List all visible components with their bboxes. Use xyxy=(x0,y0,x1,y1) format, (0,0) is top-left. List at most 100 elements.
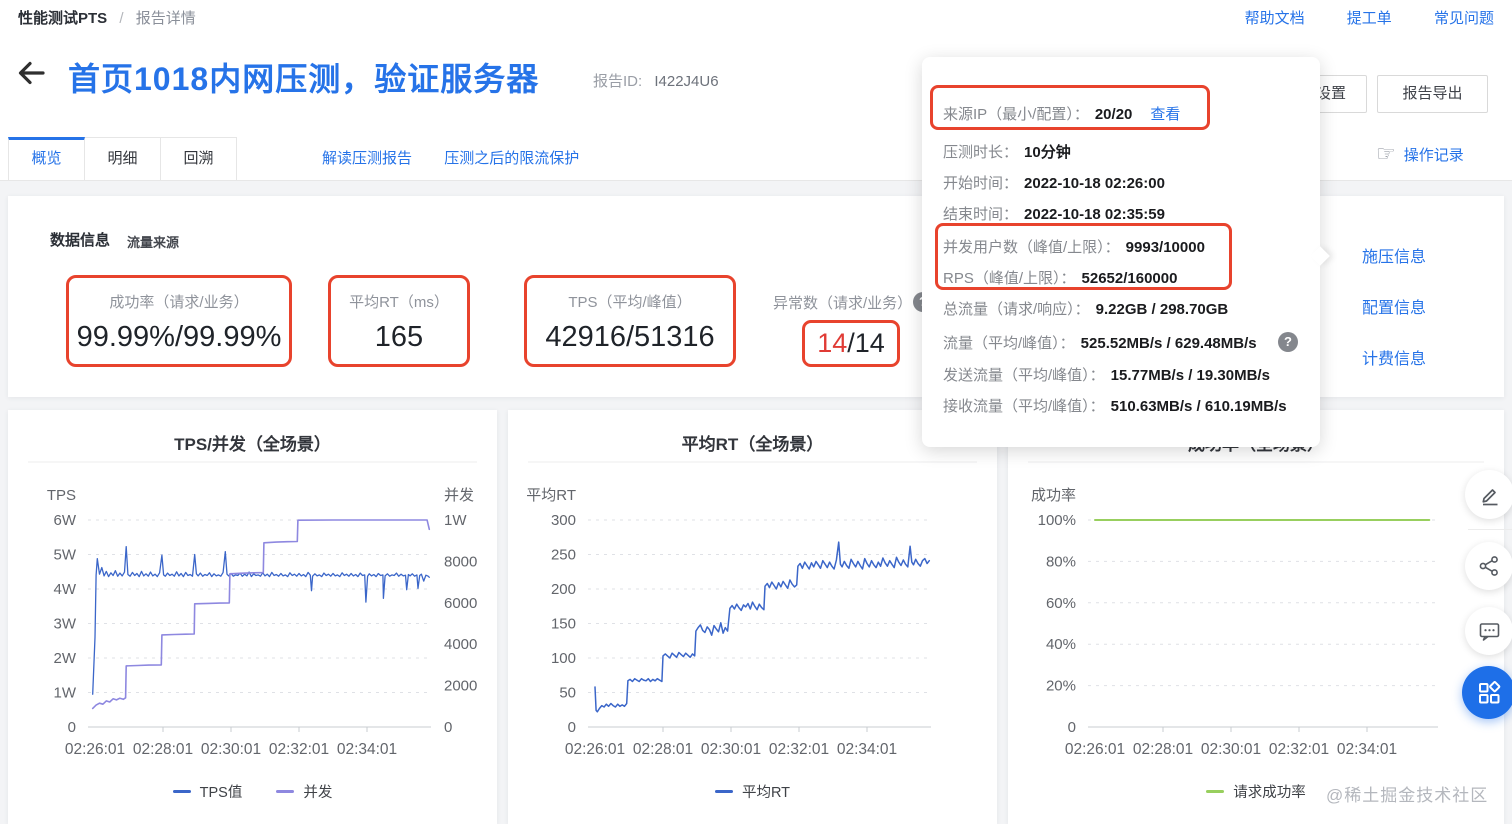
back-arrow-icon[interactable] xyxy=(14,56,48,90)
metric-value: 42916/51316 xyxy=(545,321,715,353)
popup-row-end-time: 结束时间： 2022-10-18 02:35:59 xyxy=(943,206,1165,223)
popup-row-source-ip: 来源IP（最小/配置）： 20/20 查看 xyxy=(943,106,1181,123)
feedback-button[interactable] xyxy=(1465,607,1512,655)
x-tick-label: 02:32:01 xyxy=(1269,741,1329,758)
axis-tick-label: 50 xyxy=(559,685,576,702)
axis-tick-label: 6W xyxy=(54,512,77,529)
breadcrumb-page: 报告详情 xyxy=(135,10,196,27)
help-docs-link[interactable]: 帮助文档 xyxy=(1245,10,1305,27)
chart-card-success-rate: 成功率（全场景）020%40%60%80%100%成功率02:26:0102:2… xyxy=(1008,410,1504,824)
pointing-hand-icon: ☞ xyxy=(1376,141,1396,166)
axis-tick-label: 5W xyxy=(54,547,77,564)
page-title: 首页1018内网压测，验证服务器 xyxy=(68,61,540,97)
chart-legend[interactable]: TPS值 并发 xyxy=(8,781,497,802)
legend-item[interactable]: 平均RT xyxy=(714,781,790,802)
report-id-value: I422J4U6 xyxy=(654,73,719,90)
axis-tick-label: 100 xyxy=(551,650,576,667)
pressure-info-popup: 来源IP（最小/配置）： 20/20 查看 压测时长： 10分钟 开始时间： 2022-… xyxy=(922,57,1330,447)
axis-tick-label: 2W xyxy=(54,650,77,667)
x-tick-label: 02:30:01 xyxy=(201,741,261,758)
operation-log-label: 操作记录 xyxy=(1403,146,1464,164)
tps-concurrency-chart: TPS/并发（全场景） 0 1W 2W 3W 4W 5W 6W TPS 0 2000 4000 6000… xyxy=(28,434,477,758)
legend-dash-icon xyxy=(172,789,191,794)
chart-legend[interactable]: 平均RT xyxy=(508,781,997,802)
legend-dash-icon xyxy=(1206,789,1225,794)
metric-avg-rt: 平均RT（ms） 165 xyxy=(328,275,470,367)
axis-tick-label: 0 xyxy=(1068,719,1076,736)
left-axis-name: 平均RT xyxy=(526,487,576,504)
widgets-button[interactable] xyxy=(1462,666,1512,719)
help-icon[interactable]: ? xyxy=(1278,332,1298,352)
tab-overview[interactable]: 概览 xyxy=(8,137,85,180)
data-info-title: 数据信息 xyxy=(50,232,111,249)
axis-tick-label: 3W xyxy=(54,616,77,633)
operation-log-link[interactable]: ☞ 操作记录 xyxy=(1376,143,1464,165)
breadcrumb-app[interactable]: 性能测试PTS xyxy=(18,10,107,27)
metric-value: 99.99%/99.99% xyxy=(76,321,282,353)
metric-exception-label: 异常数（请求/业务） xyxy=(773,295,913,312)
axis-tick-label: 150 xyxy=(551,616,576,633)
axis-tick-label: 20% xyxy=(1046,678,1076,695)
chart-title: 平均RT（全场景） xyxy=(682,434,824,454)
tab-details[interactable]: 明细 xyxy=(84,137,161,180)
tab-backtrack[interactable]: 回溯 xyxy=(160,137,237,180)
x-tick-label: 02:32:01 xyxy=(269,741,329,758)
metric-success-rate: 成功率（请求/业务） 99.99%/99.99% xyxy=(66,275,292,367)
metric-exception-red: 14 xyxy=(817,328,848,358)
legend-label: TPS值 xyxy=(199,785,243,801)
axis-tick-label: 0 xyxy=(444,719,452,736)
series-line xyxy=(91,519,431,710)
popup-row-concurrent-users: 并发用户数（峰值/上限）： 9993/10000 xyxy=(943,239,1205,256)
x-tick-label: 02:26:01 xyxy=(65,741,125,758)
series-line xyxy=(594,541,931,713)
axis-tick-label: 6000 xyxy=(444,595,477,612)
metric-exception-rest: /14 xyxy=(847,328,885,358)
avg-rt-chart: 平均RT（全场景） 0 50 100 150 200 250 300 平均RT 02:26:01 0… xyxy=(526,434,977,758)
x-tick-label: 02:34:01 xyxy=(837,741,897,758)
x-tick-label: 02:30:01 xyxy=(701,741,761,758)
axis-tick-label: 80% xyxy=(1046,553,1076,570)
series-line xyxy=(92,545,430,695)
popup-row-rps: RPS（峰值/上限）： 52652/160000 xyxy=(943,270,1178,287)
faq-link[interactable]: 常见问题 xyxy=(1434,10,1494,27)
rate-limit-protect-link[interactable]: 压测之后的限流保护 xyxy=(444,150,579,167)
x-tick-label: 02:30:01 xyxy=(1201,741,1261,758)
submit-ticket-link[interactable]: 提工单 xyxy=(1347,10,1392,27)
legend-item[interactable]: 并发 xyxy=(276,781,332,802)
success-rate-chart: 成功率（全场景）020%40%60%80%100%成功率02:26:0102:2… xyxy=(1028,434,1484,758)
traffic-source-label: 流量来源 xyxy=(127,235,180,250)
side-info-links: 施压信息 配置信息 计费信息 xyxy=(1362,243,1426,396)
left-axis-name: TPS xyxy=(47,487,76,504)
config-info-link[interactable]: 配置信息 xyxy=(1362,294,1426,318)
popup-row-recv-traffic: 接收流量（平均/峰值）： 510.63MB/s / 610.19MB/s xyxy=(943,398,1287,415)
popup-row-duration: 压测时长： 10分钟 xyxy=(943,144,1071,161)
legend-label: 请求成功率 xyxy=(1233,785,1306,801)
share-button[interactable] xyxy=(1465,542,1512,590)
x-tick-label: 02:26:01 xyxy=(1065,741,1125,758)
breadcrumb-separator: / xyxy=(119,10,124,27)
legend-dash-icon xyxy=(714,789,733,794)
left-axis-name: 成功率 xyxy=(1031,487,1076,504)
legend-item[interactable]: TPS值 xyxy=(172,781,243,802)
metric-value: 165 xyxy=(374,321,424,353)
axis-tick-label: 100% xyxy=(1038,512,1076,529)
axis-tick-label: 0 xyxy=(568,719,576,736)
popup-row-send-traffic: 发送流量（平均/峰值）： 15.77MB/s / 19.30MB/s xyxy=(943,367,1270,384)
metric-tps: TPS（平均/峰值） 42916/51316 xyxy=(524,275,736,367)
interpret-report-link[interactable]: 解读压测报告 xyxy=(322,150,412,167)
pressure-info-link[interactable]: 施压信息 xyxy=(1362,243,1426,267)
metric-label: TPS（平均/峰值） xyxy=(568,294,692,311)
share-icon xyxy=(1479,556,1498,576)
view-link[interactable]: 查看 xyxy=(1150,106,1180,123)
edit-button[interactable] xyxy=(1465,470,1512,519)
breadcrumb: 性能测试PTS / 报告详情 xyxy=(18,7,196,28)
axis-tick-label: 8000 xyxy=(444,553,477,570)
divider xyxy=(1468,529,1512,530)
legend-item[interactable]: 请求成功率 xyxy=(1206,781,1306,802)
billing-info-link[interactable]: 计费信息 xyxy=(1362,345,1426,369)
axis-tick-label: 4000 xyxy=(444,636,477,653)
x-tick-label: 02:28:01 xyxy=(1133,741,1193,758)
header-links: 帮助文档 提工单 常见问题 xyxy=(1207,7,1494,28)
widgets-icon xyxy=(1478,680,1500,703)
report-export-button[interactable]: 报告导出 xyxy=(1377,75,1488,113)
